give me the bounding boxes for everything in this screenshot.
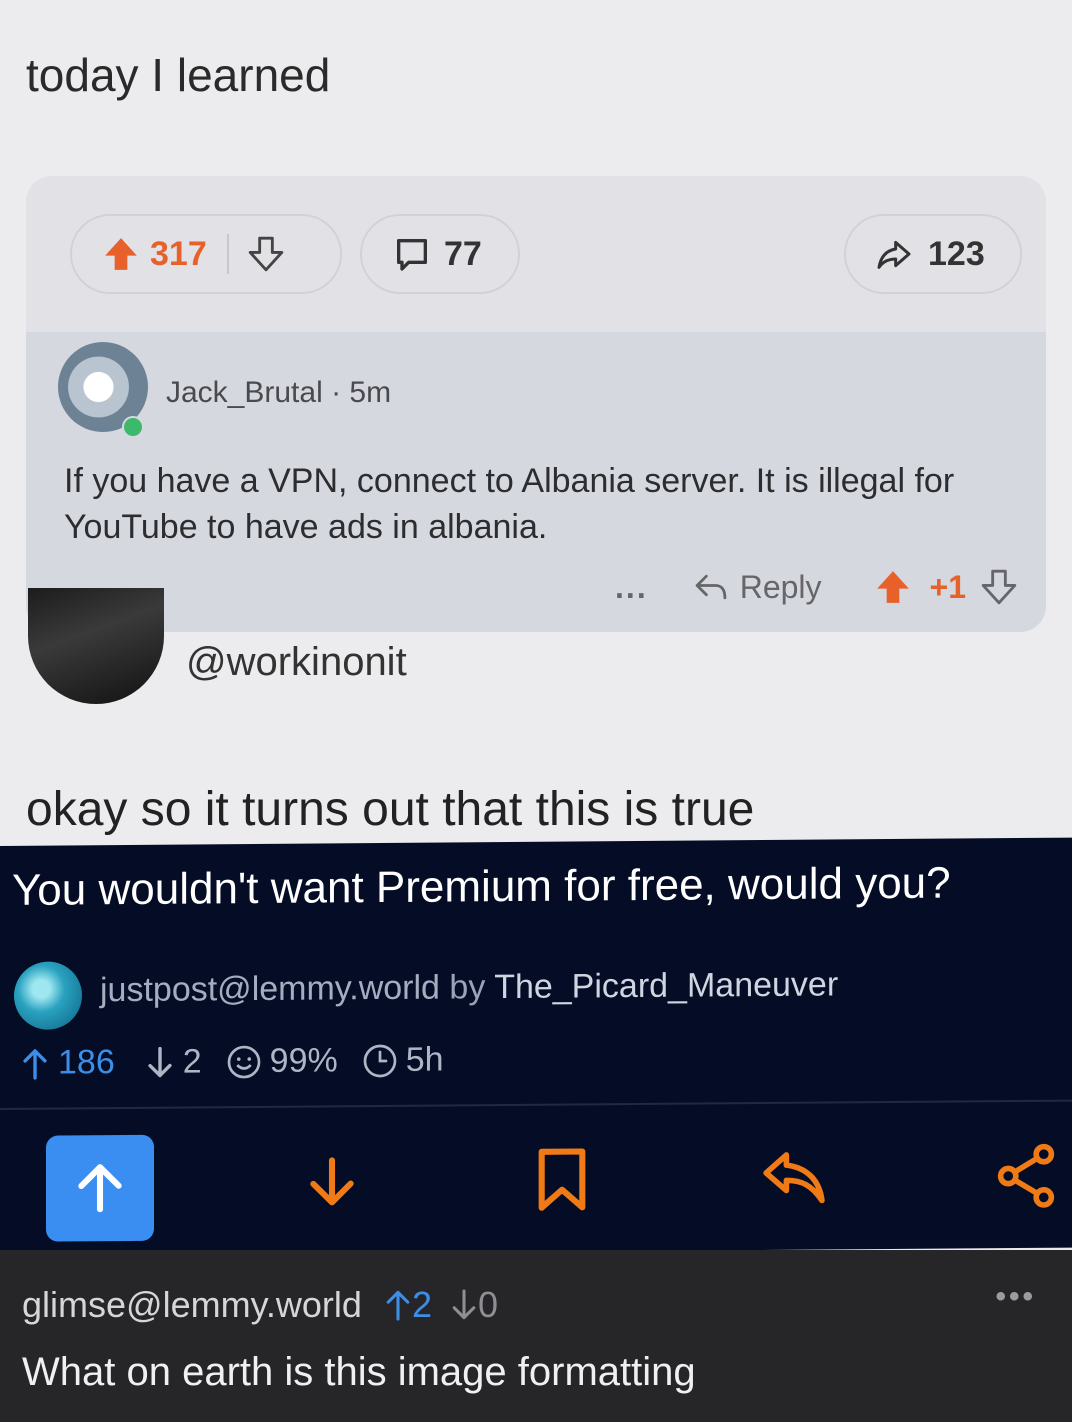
reply-label: Reply (739, 568, 822, 605)
comment-text: If you have a VPN, connect to Albania se… (64, 462, 955, 546)
caption-text: okay so it turns out that this is true (26, 783, 755, 836)
author-link[interactable]: The_Picard_Maneuver (494, 965, 838, 1006)
post-byline: justpost@lemmy.world by The_Picard_Maneu… (100, 965, 838, 1010)
share-button[interactable] (986, 1136, 1066, 1217)
profile-avatar (28, 588, 164, 704)
save-button[interactable] (522, 1139, 602, 1220)
comment-score: +1 (929, 568, 966, 605)
comment-count: 77 (444, 234, 482, 273)
divider (0, 1099, 1072, 1110)
comment-time: 5m (349, 376, 392, 409)
downvote-icon[interactable] (247, 235, 285, 273)
reply-button[interactable] (754, 1137, 834, 1218)
caption-title: today I learned (26, 49, 331, 101)
comment-meta: Jack_Brutal · 5m (166, 376, 391, 410)
comment: Jack_Brutal · 5m If you have a VPN, conn… (26, 332, 1046, 632)
smiley-icon (227, 1045, 261, 1078)
share-arrow-icon (877, 240, 911, 269)
arrow-up-icon (78, 1164, 122, 1213)
more-options-button[interactable]: ... (615, 569, 648, 606)
share-count: 123 (928, 234, 985, 273)
share-icon (997, 1143, 1055, 1208)
upvote-button[interactable] (46, 1134, 154, 1242)
downvote-button[interactable] (292, 1141, 372, 1222)
post-stats: 186 2 99% 5h (20, 1040, 468, 1083)
upvote-ratio: 99% (269, 1041, 338, 1080)
reply-button[interactable]: Reply (692, 569, 822, 606)
upvote-count: 186 (58, 1043, 115, 1082)
comment-actions: ... Reply +1 (615, 568, 1018, 606)
comment-body: What on earth is this image formatting (22, 1350, 696, 1394)
more-options-button[interactable]: ••• (995, 1280, 1036, 1314)
reddit-comment-card: 317 77 123 Jack_Brutal · 5m If you have … (26, 176, 1046, 632)
community-avatar[interactable] (14, 961, 82, 1030)
clock-icon (363, 1044, 397, 1077)
downvote-stat[interactable]: 0 (450, 1284, 498, 1326)
vote-pill[interactable]: 317 (70, 214, 342, 294)
arrow-up-icon (386, 1290, 410, 1321)
comment-author[interactable]: Jack_Brutal (166, 376, 323, 409)
upvote-count: 2 (411, 1284, 432, 1325)
downvote-count: 2 (182, 1042, 202, 1081)
reply-arrow-icon (695, 574, 727, 600)
lemmy-post: You wouldn't want Premium for free, woul… (0, 837, 1072, 1256)
community-link[interactable]: justpost@lemmy.world (100, 969, 440, 1010)
downvote-count: 0 (477, 1284, 498, 1325)
meta-separator: · (331, 376, 350, 409)
lemmy-comment: glimse@lemmy.world 2 0 ••• What on earth… (0, 1250, 1072, 1422)
arrow-down-icon (452, 1289, 476, 1320)
upvote-filled-icon[interactable] (874, 568, 912, 606)
upvote-stat[interactable]: 2 (384, 1284, 432, 1326)
downvote-stat: 2 (145, 1042, 202, 1081)
bookmark-icon (538, 1148, 586, 1211)
by-label: by (449, 968, 486, 1007)
comment-author[interactable]: glimse@lemmy.world (22, 1284, 362, 1326)
comments-pill[interactable]: 77 (360, 214, 520, 294)
comment-bubble-icon (397, 239, 427, 271)
post-title[interactable]: You wouldn't want Premium for free, woul… (12, 859, 951, 916)
arrow-down-icon (310, 1157, 354, 1206)
embedded-screenshot: today I learned 317 77 123 Jack_Brutal ·… (0, 0, 1072, 860)
arrow-up-icon (23, 1048, 47, 1080)
upvote-filled-icon[interactable] (102, 235, 140, 273)
age-stat: 5h (362, 1041, 444, 1081)
post-age: 5h (405, 1040, 444, 1079)
upvote-stat: 186 (20, 1043, 115, 1083)
online-indicator (122, 416, 144, 438)
share-pill[interactable]: 123 (844, 214, 1022, 294)
comment-header: glimse@lemmy.world 2 0 (22, 1284, 498, 1326)
profile-handle: @workinonit (186, 640, 407, 684)
downvote-icon[interactable] (980, 568, 1018, 606)
arrow-down-icon (148, 1046, 172, 1077)
ratio-stat: 99% (226, 1041, 338, 1081)
pill-divider (226, 234, 229, 274)
upvote-count: 317 (150, 234, 207, 273)
reply-arrow-icon (763, 1152, 825, 1204)
